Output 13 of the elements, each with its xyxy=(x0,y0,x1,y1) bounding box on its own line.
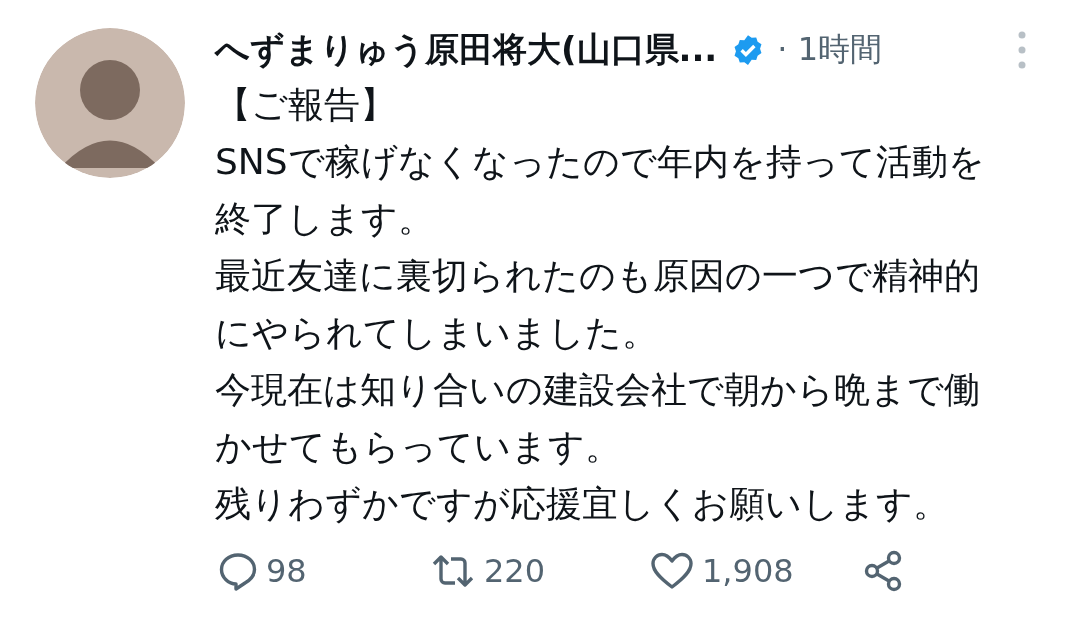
reply-icon xyxy=(218,551,258,591)
post-text: SNSで稼げなくなったので年内を持って活動を終了します。 xyxy=(215,140,986,241)
post-text: 【ご報告】 xyxy=(215,83,397,127)
reply-button[interactable]: 98 xyxy=(218,550,430,592)
repost-button[interactable]: 220 xyxy=(430,550,650,592)
avatar[interactable] xyxy=(35,28,185,178)
post-text: 最近友達に裏切られたのも原因の一つで精神的にやられてしまいました。 xyxy=(215,254,981,355)
post-text: 今現在は知り合いの建設会社で朝から晩まで働かせてもらっています。 xyxy=(215,368,981,469)
author-name: へずまりゅう原田将大(山口県... xyxy=(215,28,718,71)
post-time: · 1時間 xyxy=(777,29,882,70)
heart-icon xyxy=(650,551,694,591)
post-text: 残りわずかですが応援宜しくお願いします。 xyxy=(215,482,950,526)
like-button[interactable]: 1,908 xyxy=(650,550,863,592)
